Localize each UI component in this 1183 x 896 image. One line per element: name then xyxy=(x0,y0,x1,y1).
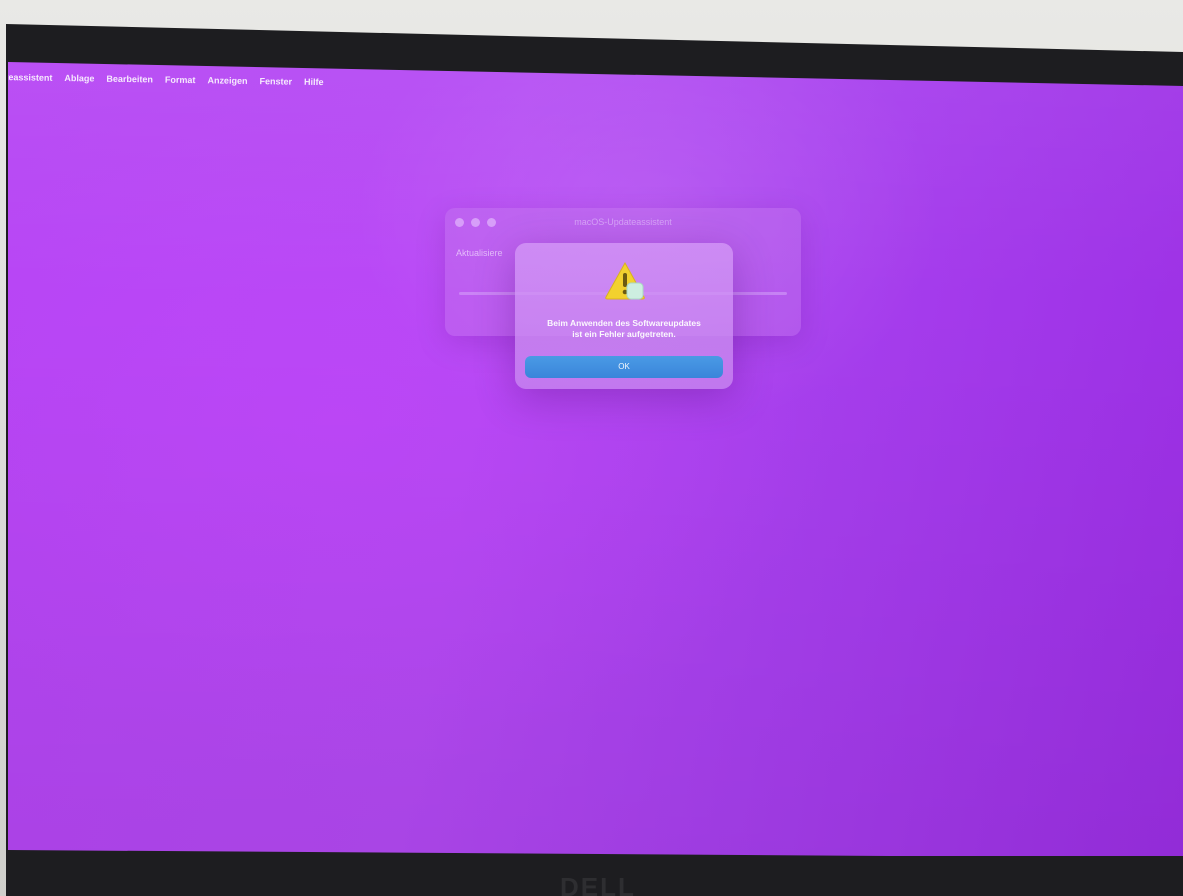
screen: lateassistent Ablage Bearbeiten Format A… xyxy=(8,62,1183,856)
error-alert-dialog: Beim Anwenden des Softwareupdates ist ei… xyxy=(515,243,733,389)
update-status-label: Aktualisiere xyxy=(456,248,503,258)
alert-message-line-2: ist ein Fehler aufgetreten. xyxy=(572,329,676,339)
menu-format[interactable]: Format xyxy=(165,75,196,85)
ok-button[interactable]: OK xyxy=(525,356,723,378)
menu-fenster[interactable]: Fenster xyxy=(259,76,292,87)
menu-app-name[interactable]: lateassistent xyxy=(8,72,53,83)
alert-message: Beim Anwenden des Softwareupdates ist ei… xyxy=(525,318,723,340)
menu-hilfe[interactable]: Hilfe xyxy=(304,77,324,87)
menu-ablage[interactable]: Ablage xyxy=(64,73,94,83)
photo-scene: lateassistent Ablage Bearbeiten Format A… xyxy=(0,0,1183,896)
monitor-brand-logo: DELL xyxy=(560,872,636,896)
menu-bearbeiten[interactable]: Bearbeiten xyxy=(106,74,153,85)
window-title: macOS-Updateassistent xyxy=(574,217,672,227)
menu-anzeigen[interactable]: Anzeigen xyxy=(207,75,247,86)
warning-triangle-icon xyxy=(605,261,645,300)
alert-message-line-1: Beim Anwenden des Softwareupdates xyxy=(547,318,701,328)
menu-bar: lateassistent Ablage Bearbeiten Format A… xyxy=(8,72,324,87)
